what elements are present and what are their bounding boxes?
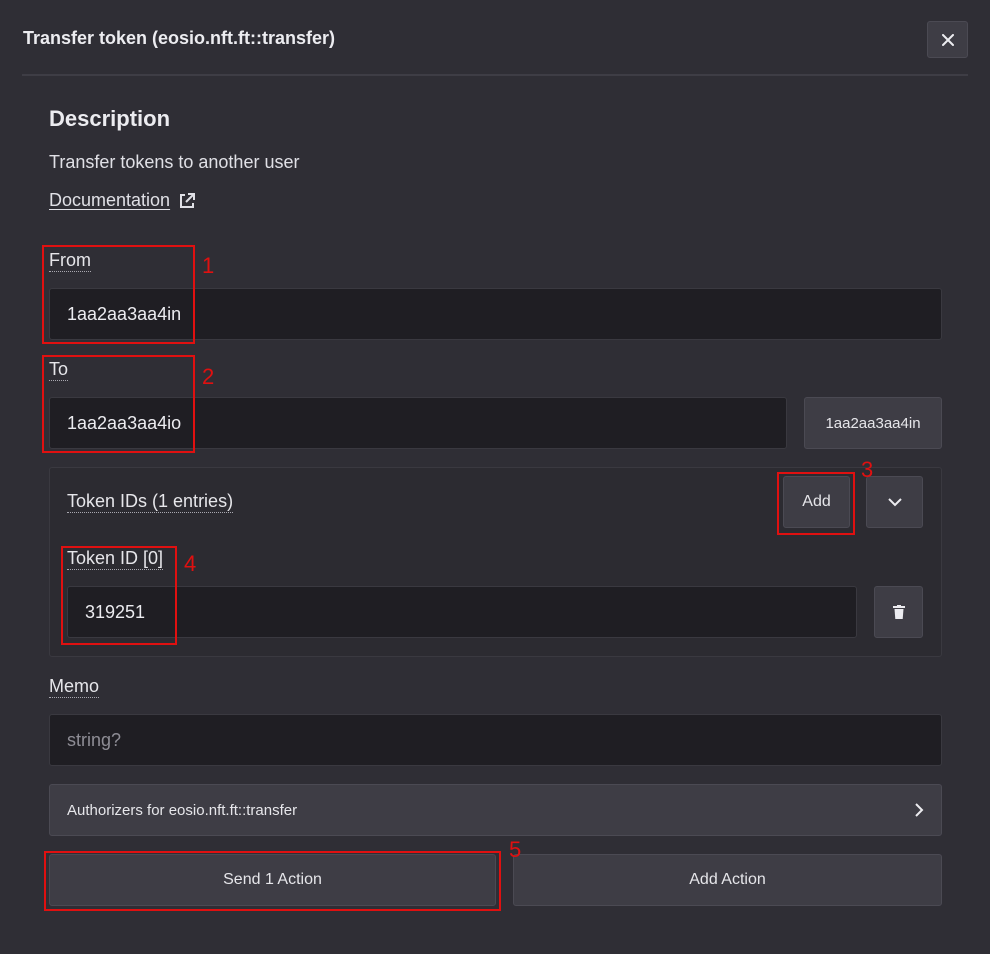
collapse-token-ids-button[interactable] — [866, 476, 923, 528]
authorizers-label: Authorizers for eosio.nft.ft::transfer — [67, 801, 298, 819]
annotation-box-2 — [42, 355, 195, 453]
chevron-down-icon — [887, 497, 902, 506]
documentation-link[interactable]: Documentation — [49, 190, 196, 211]
external-link-icon — [180, 192, 196, 208]
annotation-number-5: 5 — [509, 837, 522, 862]
to-suggestion-button[interactable]: 1aa2aa3aa4in — [804, 397, 942, 449]
token-id-0-input[interactable]: 319251 — [67, 586, 857, 638]
annotation-box-1 — [42, 245, 195, 344]
description-text: Transfer tokens to another user — [49, 152, 300, 172]
annotation-number-1: 1 — [202, 253, 215, 278]
authorizers-accordion[interactable]: Authorizers for eosio.nft.ft::transfer — [49, 784, 942, 836]
dialog-title: Transfer token (eosio.nft.ft::transfer) — [23, 28, 336, 48]
annotation-number-2: 2 — [202, 364, 215, 389]
token-ids-label-wrap: Token IDs (1 entries) — [67, 491, 234, 513]
dialog-header: Transfer token (eosio.nft.ft::transfer) — [22, 0, 968, 76]
chevron-right-icon — [915, 803, 924, 817]
documentation-link-label: Documentation — [49, 190, 171, 210]
annotation-number-3: 3 — [861, 457, 874, 482]
delete-token-id-button[interactable] — [874, 586, 923, 638]
description-heading: Description — [49, 106, 171, 131]
annotation-box-4 — [61, 546, 177, 645]
annotation-box-5 — [44, 851, 501, 911]
token-ids-label: Token IDs (1 entries) — [67, 491, 234, 513]
trash-icon — [892, 605, 905, 619]
add-action-button[interactable]: Add Action — [513, 854, 942, 906]
memo-input[interactable]: string? — [49, 714, 942, 766]
annotation-box-3 — [777, 472, 855, 535]
memo-label-wrap: Memo — [49, 676, 100, 698]
close-icon — [941, 33, 954, 46]
transfer-dialog: Transfer token (eosio.nft.ft::transfer) … — [0, 0, 990, 954]
annotation-number-4: 4 — [184, 551, 197, 576]
close-button[interactable] — [927, 21, 968, 58]
memo-label: Memo — [49, 676, 100, 698]
